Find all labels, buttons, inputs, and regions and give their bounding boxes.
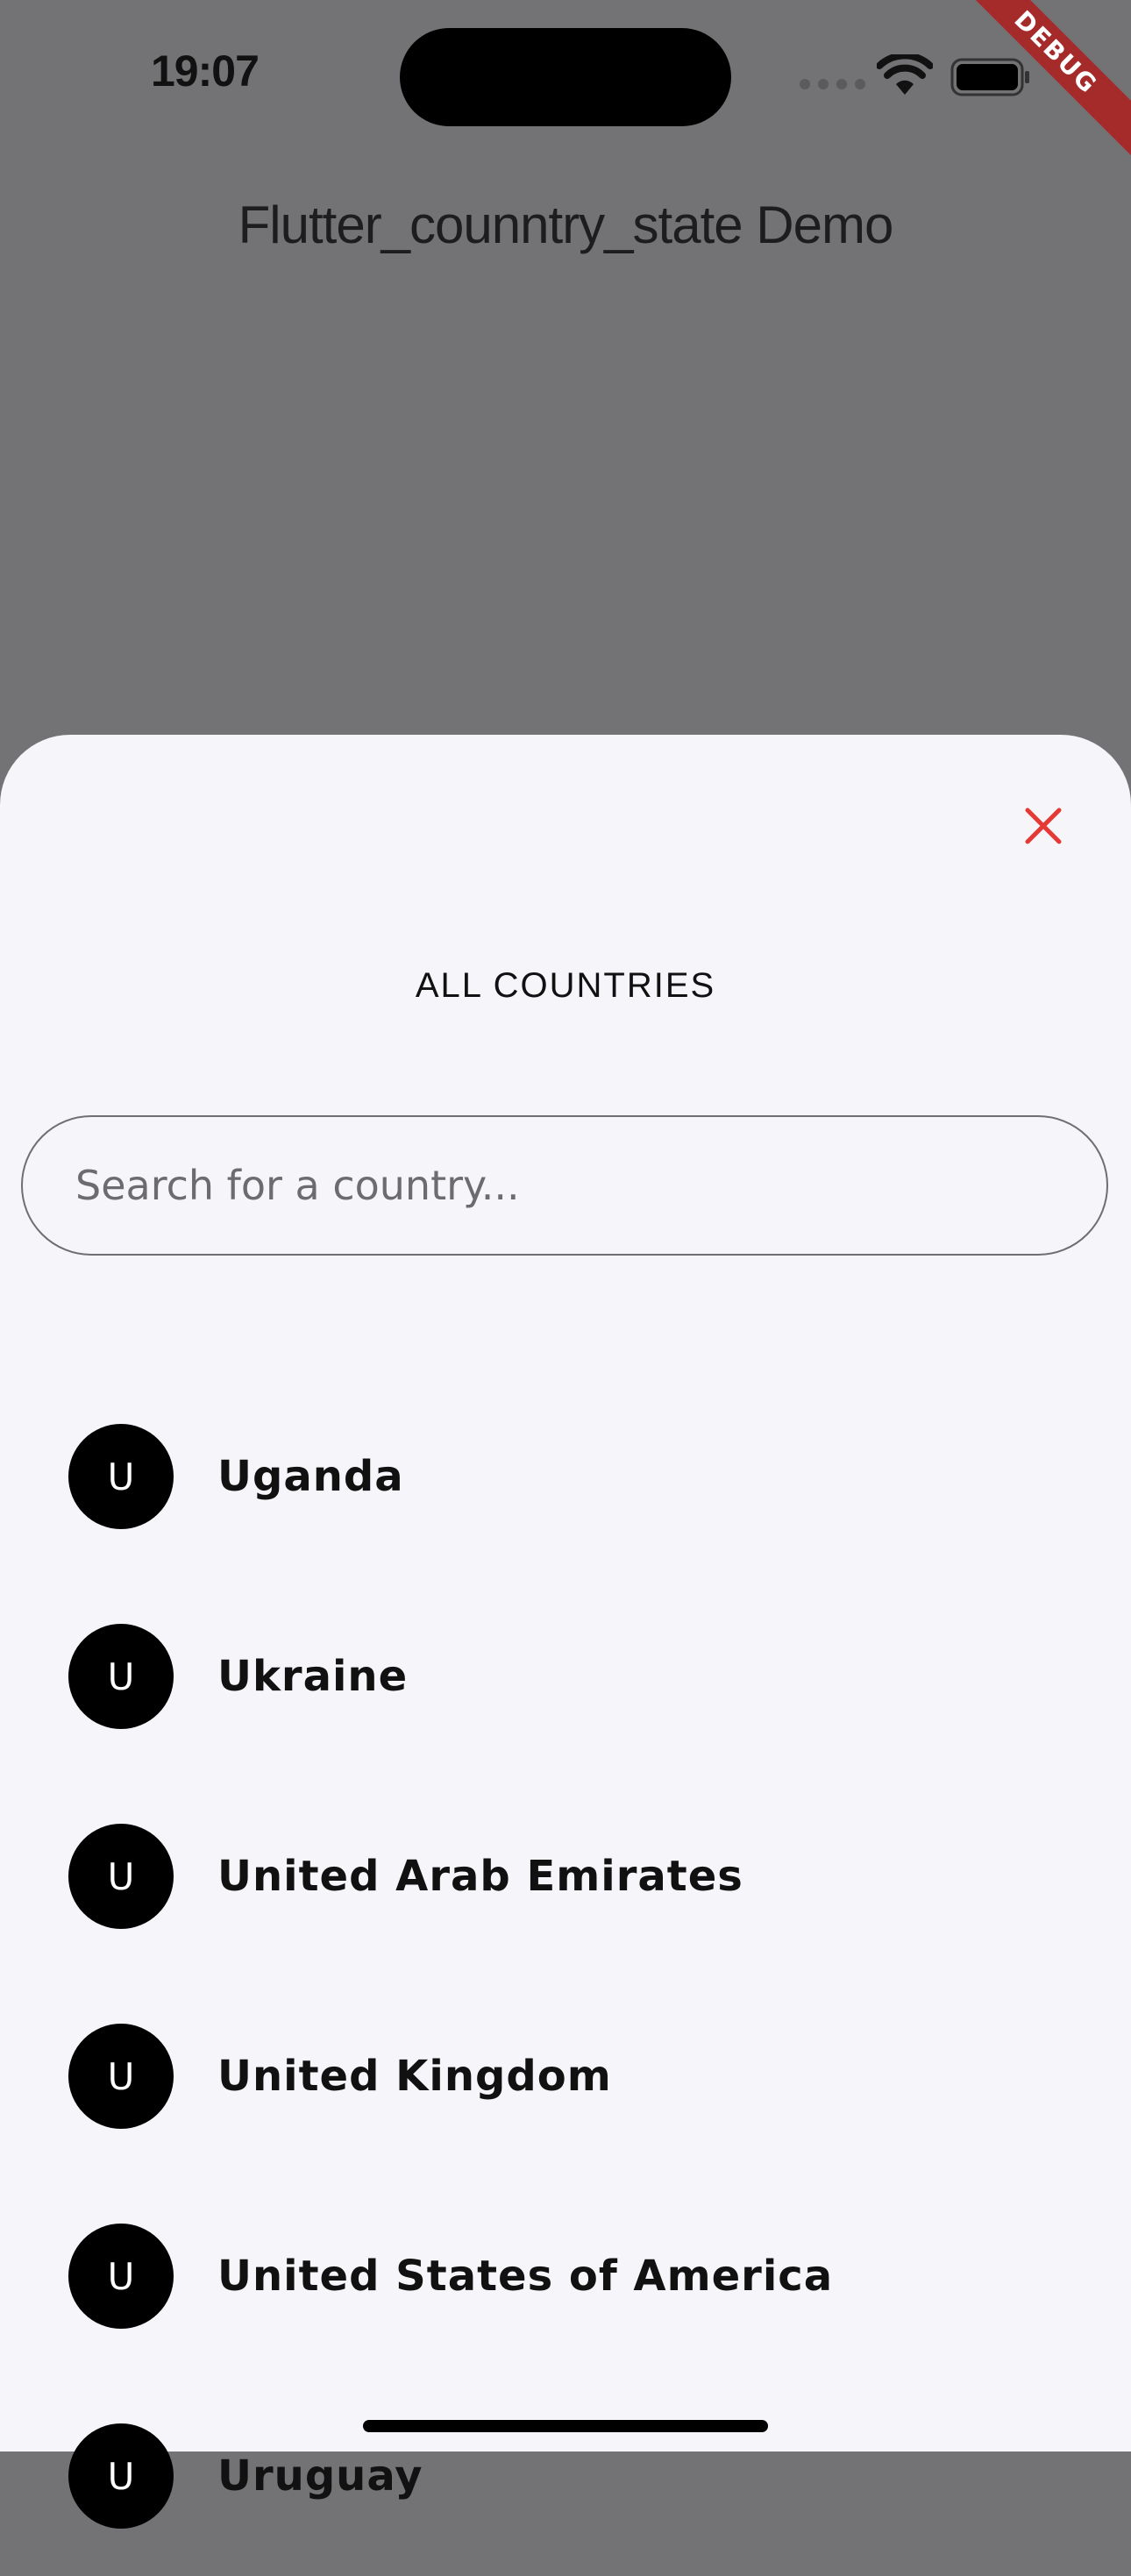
- country-name: United Kingdom: [217, 2052, 612, 2101]
- country-item-united-arab-emirates[interactable]: U United Arab Emirates: [0, 1776, 1131, 1976]
- country-item-uganda[interactable]: U Uganda: [0, 1377, 1131, 1576]
- country-name: Uganda: [217, 1452, 404, 1501]
- country-list: U Uganda U Ukraine U United Arab Emirate…: [0, 1377, 1131, 2576]
- close-icon[interactable]: [1017, 800, 1070, 852]
- battery-icon: [950, 58, 1029, 96]
- country-avatar: U: [68, 2423, 174, 2529]
- country-name: Ukraine: [217, 1652, 409, 1701]
- dynamic-island: [400, 28, 731, 126]
- wifi-icon: [877, 54, 933, 95]
- search-input[interactable]: [21, 1115, 1108, 1256]
- app-title: Flutter_counntry_state Demo: [238, 196, 894, 254]
- country-avatar: U: [68, 1824, 174, 1929]
- sheet-title: ALL COUNTRIES: [415, 966, 716, 1005]
- country-avatar: U: [68, 2224, 174, 2329]
- country-avatar: U: [68, 1624, 174, 1729]
- status-time: 19:07: [151, 46, 260, 96]
- country-item-ukraine[interactable]: U Ukraine: [0, 1576, 1131, 1776]
- country-name: United Arab Emirates: [217, 1852, 743, 1901]
- country-avatar: U: [68, 1424, 174, 1529]
- country-item-uruguay[interactable]: U Uruguay: [0, 2376, 1131, 2576]
- home-indicator[interactable]: [363, 2420, 768, 2432]
- country-avatar: U: [68, 2024, 174, 2129]
- cellular-dots-icon: [800, 79, 865, 89]
- country-item-united-kingdom[interactable]: U United Kingdom: [0, 1976, 1131, 2176]
- country-item-united-states-of-america[interactable]: U United States of America: [0, 2176, 1131, 2376]
- country-name: United States of America: [217, 2252, 834, 2301]
- country-name: Uruguay: [217, 2451, 423, 2501]
